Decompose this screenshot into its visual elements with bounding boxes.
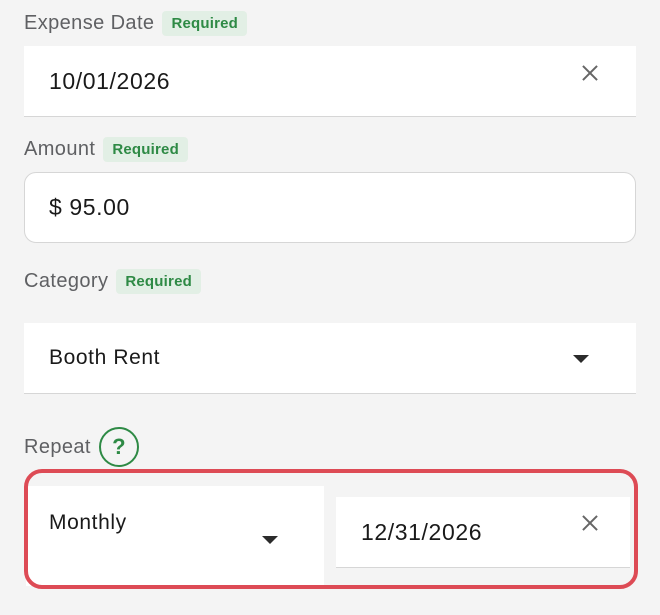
category-selected-value: Booth Rent (49, 346, 161, 369)
repeat-end-date-field[interactable]: 12/31/2026 (336, 497, 630, 568)
repeat-frequency-value: Monthly (49, 511, 127, 534)
expense-date-label: Expense Date (24, 12, 155, 34)
category-label: Category (24, 270, 109, 292)
close-icon[interactable] (582, 515, 598, 531)
expense-date-value: 10/01/2026 (49, 67, 171, 94)
category-select[interactable]: Booth Rent (24, 323, 636, 394)
required-badge: Required (116, 269, 201, 294)
expense-date-label-row: Expense Date Required (24, 11, 248, 36)
amount-value: $ 95.00 (49, 194, 130, 220)
category-label-row: Category Required (24, 269, 201, 294)
caret-down-icon (262, 536, 278, 544)
repeat-label: Repeat (24, 435, 91, 458)
amount-label: Amount (24, 138, 96, 160)
amount-field[interactable]: $ 95.00 (24, 172, 636, 243)
expense-date-field[interactable]: 10/01/2026 (24, 46, 636, 117)
repeat-frequency-select[interactable]: Monthly (26, 486, 324, 586)
repeat-label-row: Repeat ? (24, 427, 139, 467)
close-icon[interactable] (582, 65, 598, 81)
help-icon[interactable]: ? (98, 427, 139, 467)
repeat-end-date-value: 12/31/2026 (361, 518, 483, 545)
amount-label-row: Amount Required (24, 137, 188, 162)
caret-down-icon (573, 355, 589, 363)
required-badge: Required (162, 11, 248, 36)
required-badge: Required (103, 137, 188, 162)
